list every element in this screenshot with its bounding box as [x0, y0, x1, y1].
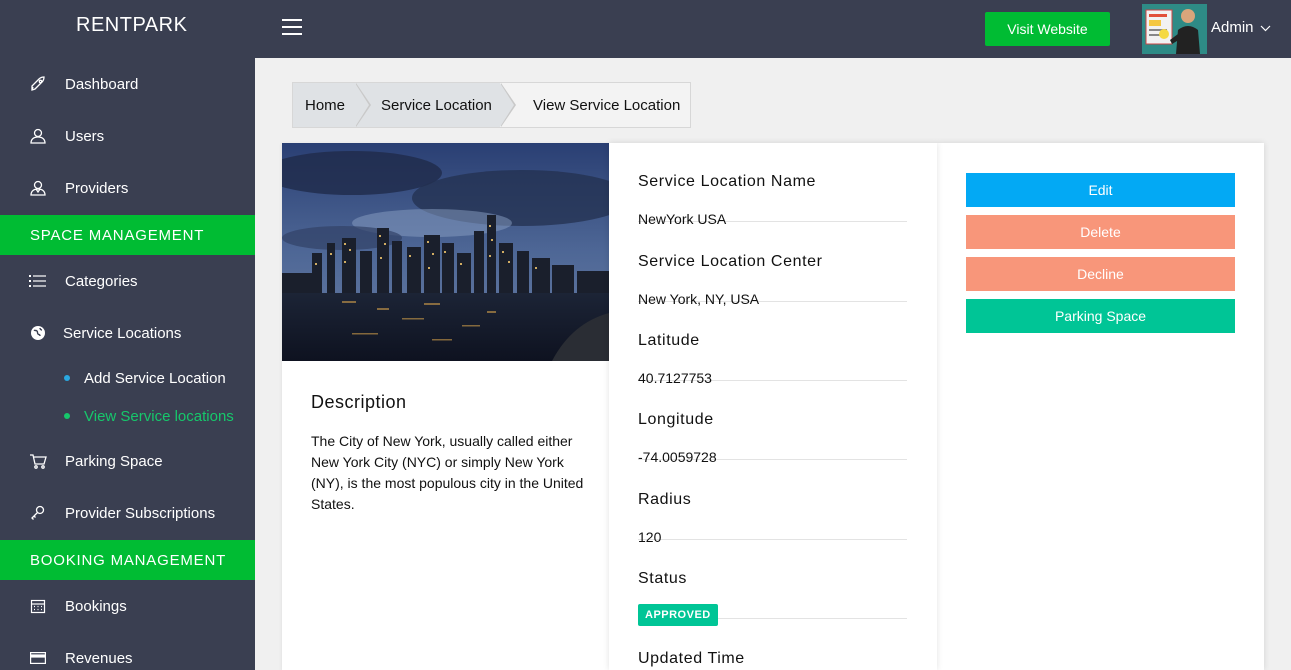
decline-button[interactable]: Decline [966, 257, 1235, 291]
description-text: The City of New York, usually called eit… [311, 433, 584, 512]
field-label: Radius [638, 491, 692, 508]
breadcrumb-label: Service Location [381, 96, 492, 114]
delete-button[interactable]: Delete [966, 215, 1235, 249]
field-label: Service Location Name [638, 173, 817, 190]
sidebar: RENTPARK Dashboard Users Providers SPACE… [0, 0, 255, 670]
cart-icon [28, 451, 48, 471]
sidebar-item-label: Users [65, 127, 105, 145]
sidebar-item-provider-subscriptions[interactable]: Provider Subscriptions [0, 493, 255, 533]
section-space-management: SPACE MANAGEMENT [0, 215, 255, 255]
field-longitude: Longitude -74.0059728 [638, 381, 907, 465]
field-latitude: Latitude 40.7127753 [638, 302, 907, 386]
chevron-down-icon [1260, 19, 1271, 36]
avatar[interactable] [1142, 4, 1207, 54]
admin-menu[interactable]: Admin [1211, 19, 1271, 36]
sidebar-item-label: Bookings [65, 597, 127, 615]
sidebar-item-label: Parking Space [65, 452, 163, 470]
sidebar-item-bookings[interactable]: Bookings [0, 586, 255, 626]
hamburger-menu-icon[interactable] [282, 19, 302, 35]
provider-icon [28, 178, 48, 198]
visit-website-button[interactable]: Visit Website [985, 12, 1110, 46]
parking-space-button[interactable]: Parking Space [966, 299, 1235, 333]
breadcrumb: Home Service Location View Service Locat… [292, 82, 692, 128]
admin-label: Admin [1211, 19, 1254, 36]
sidebar-item-revenues[interactable]: Revenues [0, 638, 255, 670]
sidebar-subitem-view-service-locations[interactable]: View Service locations [0, 401, 255, 431]
user-icon [28, 126, 48, 146]
field-updated-time: Updated Time [638, 620, 907, 670]
sidebar-item-service-locations[interactable]: Service Locations [0, 313, 255, 353]
sidebar-item-users[interactable]: Users [0, 116, 255, 156]
sidebar-item-label: Revenues [65, 649, 133, 667]
actions-card: Edit Delete Decline Parking Space [937, 143, 1264, 670]
sidebar-item-label: Provider Subscriptions [65, 504, 216, 522]
breadcrumb-home[interactable]: Home [293, 83, 371, 127]
field-radius: Radius 120 [638, 461, 907, 545]
key-icon [28, 503, 48, 523]
sidebar-item-dashboard[interactable]: Dashboard [0, 64, 255, 104]
rocket-icon [28, 74, 48, 94]
field-status: Status APPROVED [638, 540, 907, 626]
location-image-card: Description The City of New York, usuall… [282, 143, 609, 670]
topbar: Visit Website Admin [255, 0, 1291, 58]
bullet-icon [64, 413, 70, 419]
sidebar-subitem-label: Add Service Location [84, 369, 226, 387]
location-photo [282, 143, 609, 361]
field-label: Status [638, 570, 687, 587]
edit-button[interactable]: Edit [966, 173, 1235, 207]
breadcrumb-label: Home [305, 96, 346, 114]
sidebar-item-label: Dashboard [65, 75, 139, 93]
location-details-card: Service Location Name NewYork USA Servic… [609, 143, 937, 670]
sidebar-item-categories[interactable]: Categories [0, 261, 255, 301]
sidebar-item-label: Providers [65, 179, 129, 197]
list-icon [28, 271, 48, 291]
field-label: Latitude [638, 332, 700, 349]
bullet-icon [64, 375, 70, 381]
credit-card-icon [28, 648, 48, 668]
breadcrumb-service-location[interactable]: Service Location [355, 83, 516, 127]
section-booking-management: BOOKING MANAGEMENT [0, 540, 255, 580]
sidebar-item-parking-space[interactable]: Parking Space [0, 441, 255, 481]
calendar-icon [28, 596, 48, 616]
sidebar-item-providers[interactable]: Providers [0, 168, 255, 208]
field-label: Service Location Center [638, 253, 823, 270]
field-service-location-name: Service Location Name NewYork USA [638, 143, 907, 227]
field-service-location-center: Service Location Center New York, NY, US… [638, 223, 907, 307]
sidebar-subitem-label: View Service locations [84, 407, 234, 425]
globe-icon [28, 323, 48, 343]
description-title: Description [311, 392, 407, 412]
sidebar-item-label: Categories [65, 272, 138, 290]
breadcrumb-current: View Service Location [500, 83, 691, 127]
field-label: Longitude [638, 411, 714, 428]
breadcrumb-label: View Service Location [533, 96, 681, 114]
sidebar-item-label: Service Locations [63, 324, 182, 342]
brand-logo[interactable]: RENTPARK [76, 14, 187, 37]
sidebar-subitem-add-service-location[interactable]: Add Service Location [0, 363, 255, 393]
field-label: Updated Time [638, 650, 745, 667]
